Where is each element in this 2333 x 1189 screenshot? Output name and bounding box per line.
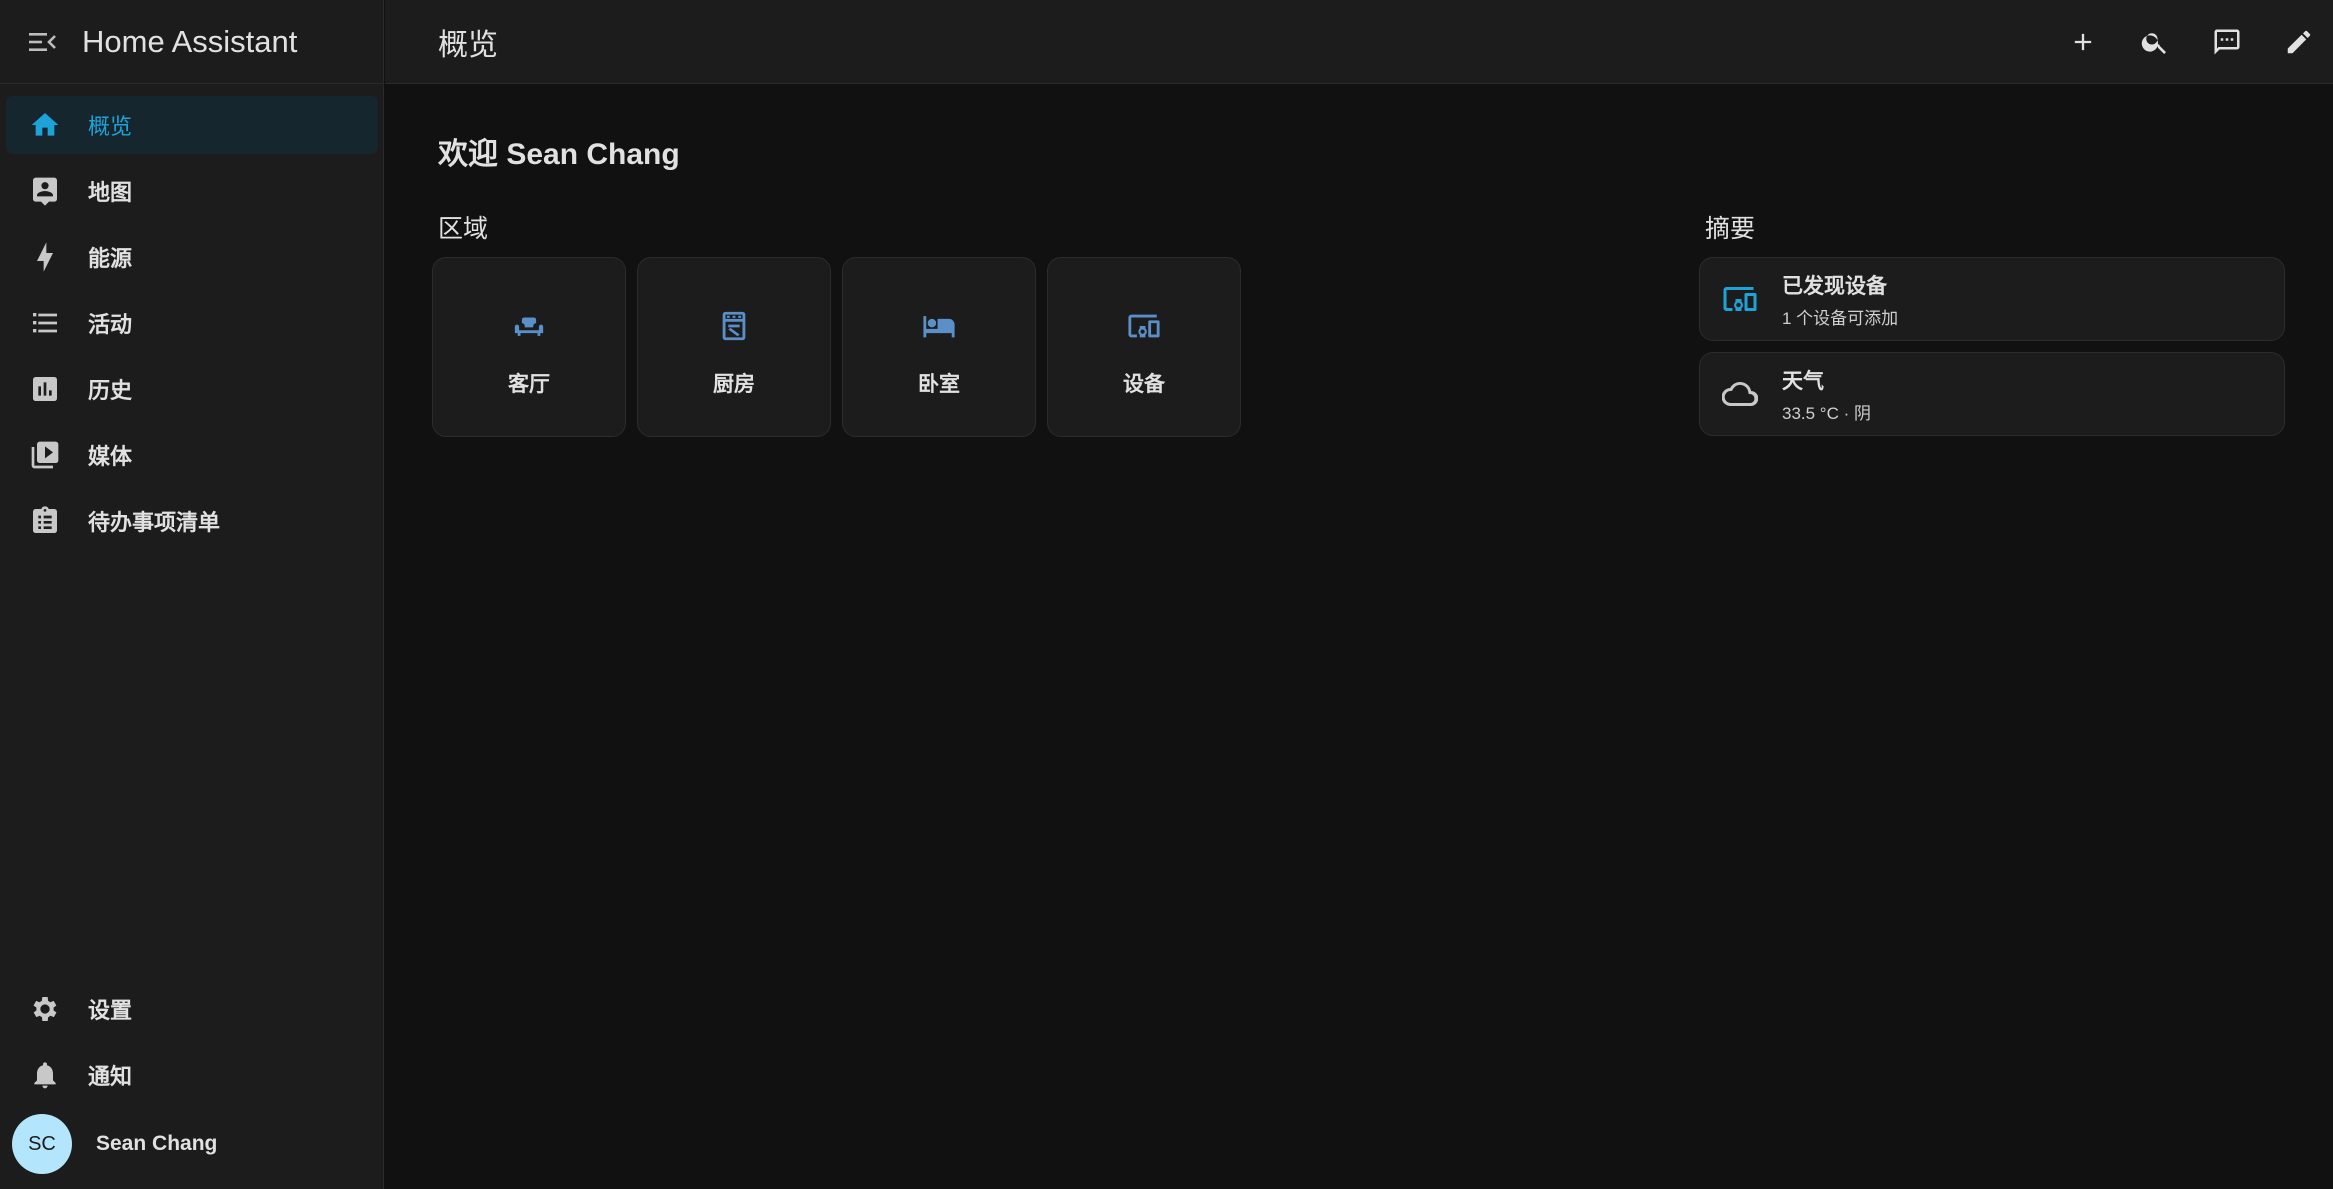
sidebar-item-label: 能源 bbox=[88, 246, 133, 271]
summary-heading: 摘要 bbox=[1705, 215, 1756, 243]
sidebar-item-energy[interactable]: 能源 bbox=[6, 228, 378, 286]
sidebar-item-label: 概览 bbox=[88, 114, 133, 139]
top-bar: 概览 bbox=[385, 0, 2333, 84]
sidebar-header: Home Assistant bbox=[0, 0, 383, 84]
app-title: Home Assistant bbox=[82, 23, 298, 59]
sidebar-item-label: 历史 bbox=[88, 378, 133, 403]
area-card-bedroom[interactable]: 卧室 bbox=[842, 257, 1036, 437]
clipboard-list-icon bbox=[26, 502, 64, 540]
stove-icon bbox=[714, 306, 754, 346]
sidebar-item-todo[interactable]: 待办事项清单 bbox=[6, 492, 378, 550]
sidebar-item-label: 设置 bbox=[88, 998, 133, 1023]
plus-icon bbox=[2074, 33, 2092, 50]
area-label: 厨房 bbox=[713, 373, 755, 396]
summary-text: 天气 33.5 °C · 阴 bbox=[1782, 365, 1871, 424]
summary-text: 已发现设备 1 个设备可添加 bbox=[1782, 270, 1898, 329]
edit-button[interactable] bbox=[2275, 18, 2323, 66]
sidebar-item-label: 媒体 bbox=[88, 444, 133, 469]
home-icon bbox=[26, 106, 64, 144]
bell-icon bbox=[26, 1056, 64, 1094]
sofa-icon bbox=[509, 306, 549, 346]
welcome-heading: 欢迎 Sean Chang bbox=[438, 138, 680, 171]
main-content: 欢迎 Sean Chang 区域 客厅 厨房 卧室 设备 摘要 已发现设备 1 … bbox=[385, 85, 2333, 1189]
sidebar-item-label: 待办事项清单 bbox=[88, 510, 221, 535]
area-label: 客厅 bbox=[508, 373, 550, 396]
map-icon bbox=[26, 172, 64, 210]
gear-icon bbox=[26, 990, 64, 1028]
area-card-devices[interactable]: 设备 bbox=[1047, 257, 1241, 437]
summary-card-discovered-devices[interactable]: 已发现设备 1 个设备可添加 bbox=[1699, 257, 2285, 341]
sidebar-item-notifications[interactable]: 通知 bbox=[6, 1046, 378, 1104]
areas-grid: 客厅 厨房 卧室 设备 bbox=[432, 257, 1252, 437]
sidebar-item-label: 通知 bbox=[88, 1064, 133, 1089]
summary-list: 已发现设备 1 个设备可添加 天气 33.5 °C · 阴 bbox=[1699, 257, 2285, 447]
add-button[interactable] bbox=[2059, 18, 2107, 66]
search-icon bbox=[2141, 32, 2166, 54]
search-button[interactable] bbox=[2131, 18, 2179, 66]
assist-button[interactable] bbox=[2203, 18, 2251, 66]
cloud-icon bbox=[1720, 374, 1760, 414]
area-card-living-room[interactable]: 客厅 bbox=[432, 257, 626, 437]
app: Home Assistant 概览 地图 能源 活动 历史 媒体 待办事项清单 … bbox=[0, 0, 2333, 1189]
sidebar-item-logbook[interactable]: 活动 bbox=[6, 294, 378, 352]
devices-icon bbox=[1720, 279, 1760, 319]
sidebar-item-label: 地图 bbox=[88, 180, 133, 205]
chart-icon bbox=[26, 370, 64, 408]
sidebar-item-media[interactable]: 媒体 bbox=[6, 426, 378, 484]
devices-icon bbox=[1124, 306, 1164, 346]
sidebar-nav: 概览 地图 能源 活动 历史 媒体 待办事项清单 bbox=[0, 96, 384, 558]
sidebar-item-overview[interactable]: 概览 bbox=[6, 96, 378, 154]
page-title: 概览 bbox=[438, 28, 498, 62]
menu-collapse-icon[interactable] bbox=[24, 24, 60, 60]
area-card-kitchen[interactable]: 厨房 bbox=[637, 257, 831, 437]
summary-subtitle: 33.5 °C · 阴 bbox=[1782, 403, 1871, 423]
area-label: 卧室 bbox=[918, 373, 960, 396]
sidebar-bottom: 设置 通知 SC Sean Chang bbox=[0, 980, 384, 1176]
lightning-icon bbox=[26, 238, 64, 276]
sidebar-item-settings[interactable]: 设置 bbox=[6, 980, 378, 1038]
bed-icon bbox=[919, 306, 959, 346]
summary-title: 已发现设备 bbox=[1782, 274, 1887, 298]
sidebar-user-profile[interactable]: SC Sean Chang bbox=[0, 1112, 384, 1176]
sidebar-item-map[interactable]: 地图 bbox=[6, 162, 378, 220]
summary-title: 天气 bbox=[1782, 369, 1824, 393]
media-icon bbox=[26, 436, 64, 474]
user-name: Sean Chang bbox=[96, 1132, 218, 1155]
sidebar-item-history[interactable]: 历史 bbox=[6, 360, 378, 418]
areas-heading: 区域 bbox=[438, 215, 489, 243]
comment-icon bbox=[2214, 29, 2240, 54]
sidebar-item-label: 活动 bbox=[88, 312, 133, 337]
area-label: 设备 bbox=[1123, 373, 1165, 396]
sidebar: Home Assistant 概览 地图 能源 活动 历史 媒体 待办事项清单 … bbox=[0, 0, 384, 1189]
list-icon bbox=[26, 304, 64, 342]
pencil-icon bbox=[2287, 30, 2311, 53]
avatar: SC bbox=[12, 1114, 72, 1174]
toolbar-actions bbox=[2035, 18, 2323, 66]
summary-subtitle: 1 个设备可添加 bbox=[1782, 308, 1899, 328]
summary-card-weather[interactable]: 天气 33.5 °C · 阴 bbox=[1699, 352, 2285, 436]
